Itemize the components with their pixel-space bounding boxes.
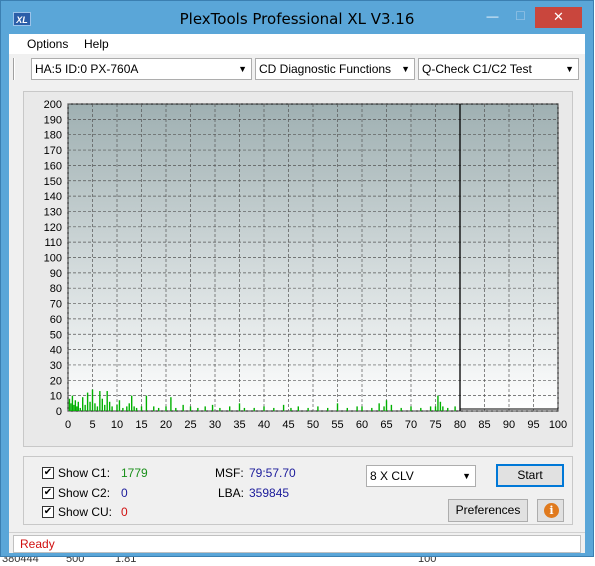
y-tick-label: 60: [50, 314, 62, 326]
x-tick-label: 95: [527, 419, 539, 431]
lba-label: LBA:: [218, 486, 245, 500]
chevron-down-icon: ▼: [462, 471, 471, 481]
test-select-value: Q-Check C1/C2 Test: [422, 62, 532, 76]
x-tick-label: 5: [89, 419, 95, 431]
title-bar[interactable]: XL PlexTools Professional XL V3.16 — ☐ ✕: [1, 1, 593, 34]
show-cu-checkbox[interactable]: ✔: [42, 506, 54, 518]
background-text-a: 380444: [2, 557, 39, 565]
preferences-button[interactable]: Preferences: [448, 499, 528, 522]
y-tick-label: 130: [44, 206, 62, 218]
msf-value: 79:57.70: [249, 466, 296, 480]
x-tick-label: 70: [405, 419, 417, 431]
x-tick-label: 10: [111, 419, 123, 431]
show-c2-label: Show C2:: [58, 486, 111, 500]
menu-help[interactable]: Help: [84, 37, 109, 51]
background-text-d: 100: [418, 557, 437, 565]
background-text-c: 1.81: [115, 557, 137, 565]
toolbar-grip: [13, 58, 15, 80]
x-tick-label: 90: [503, 419, 515, 431]
minimize-button[interactable]: —: [479, 7, 506, 28]
maximize-button[interactable]: ☐: [507, 7, 534, 28]
y-tick-label: 180: [44, 130, 62, 142]
show-c1-checkbox[interactable]: ✔: [42, 467, 54, 479]
y-tick-label: 30: [50, 360, 62, 372]
results-panel: ✔ Show C1: 1779 ✔ Show C2: 0 ✔ Show CU: …: [23, 456, 573, 525]
y-tick-label: 50: [50, 329, 62, 341]
y-tick-label: 150: [44, 176, 62, 188]
y-tick-label: 90: [50, 268, 62, 280]
lba-value: 359845: [249, 486, 290, 500]
cu-value: 0: [121, 505, 128, 519]
info-button[interactable]: i: [537, 499, 564, 522]
y-tick-label: 70: [50, 299, 62, 311]
function-select-value: CD Diagnostic Functions: [259, 62, 392, 76]
speed-select[interactable]: 8 X CLV ▼: [366, 465, 476, 487]
c1c2-chart: 0102030405060708090100110120130140150160…: [44, 99, 568, 431]
x-tick-label: 75: [429, 419, 441, 431]
x-tick-label: 20: [160, 419, 172, 431]
status-text: Ready: [13, 535, 581, 553]
background-window-strip: 380444 500 1.81 100: [0, 557, 595, 566]
x-tick-label: 25: [184, 419, 196, 431]
y-tick-label: 0: [56, 406, 62, 418]
y-tick-label: 200: [44, 99, 62, 111]
x-tick-label: 60: [356, 419, 368, 431]
y-tick-label: 120: [44, 222, 62, 234]
x-tick-label: 35: [233, 419, 245, 431]
msf-label: MSF:: [215, 466, 244, 480]
x-tick-label: 85: [478, 419, 490, 431]
chevron-down-icon: ▼: [238, 64, 247, 74]
y-tick-label: 40: [50, 345, 62, 357]
start-button[interactable]: Start: [496, 464, 564, 487]
chevron-down-icon: ▼: [401, 64, 410, 74]
y-tick-label: 190: [44, 114, 62, 126]
c2-value: 0: [121, 486, 128, 500]
client-area: Options Help HA:5 ID:0 PX-760A ▼ CD Diag…: [9, 34, 585, 553]
x-tick-label: 55: [331, 419, 343, 431]
x-tick-label: 50: [307, 419, 319, 431]
y-tick-label: 170: [44, 145, 62, 157]
menu-options[interactable]: Options: [27, 37, 68, 51]
show-c1-label: Show C1:: [58, 466, 111, 480]
x-tick-label: 30: [209, 419, 221, 431]
chart-area: 0 10 20 30 40 50 60 70 80 90 100 110 120 130 140 150 160…: [24, 92, 572, 446]
x-tick-label: 0: [65, 419, 71, 431]
y-tick-label: 140: [44, 191, 62, 203]
drive-select-value: HA:5 ID:0 PX-760A: [35, 62, 139, 76]
y-tick-label: 100: [44, 253, 62, 265]
chart-frame: 0 10 20 30 40 50 60 70 80 90 100 110 120 130 140 150 160…: [23, 91, 573, 447]
background-text-b: 500: [66, 557, 85, 565]
x-tick-label: 45: [282, 419, 294, 431]
y-tick-label: 80: [50, 283, 62, 295]
menu-bar: Options Help: [9, 34, 585, 54]
y-tick-label: 20: [50, 375, 62, 387]
y-tick-label: 10: [50, 391, 62, 403]
close-button[interactable]: ✕: [535, 7, 582, 28]
y-tick-label: 160: [44, 160, 62, 172]
status-bar: Ready: [9, 532, 585, 553]
chevron-down-icon: ▼: [565, 64, 574, 74]
speed-select-value: 8 X CLV: [370, 469, 414, 483]
x-tick-label: 80: [454, 419, 466, 431]
test-select[interactable]: Q-Check C1/C2 Test ▼: [418, 58, 579, 80]
x-tick-label: 15: [135, 419, 147, 431]
show-c2-checkbox[interactable]: ✔: [42, 487, 54, 499]
y-tick-label: 110: [44, 237, 62, 249]
app-window: XL PlexTools Professional XL V3.16 — ☐ ✕…: [0, 0, 594, 557]
show-cu-label: Show CU:: [58, 505, 113, 519]
c1-value: 1779: [121, 466, 148, 480]
function-select[interactable]: CD Diagnostic Functions ▼: [255, 58, 415, 80]
info-icon: i: [544, 503, 559, 518]
x-tick-label: 100: [549, 419, 567, 431]
x-tick-label: 65: [380, 419, 392, 431]
drive-select[interactable]: HA:5 ID:0 PX-760A ▼: [31, 58, 252, 80]
x-tick-label: 40: [258, 419, 270, 431]
